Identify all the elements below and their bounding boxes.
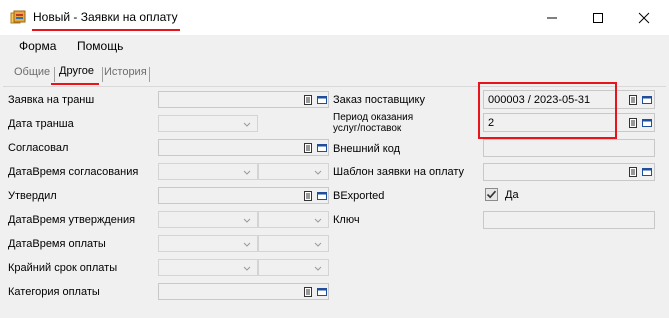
approval-time-combo[interactable]	[258, 163, 329, 180]
label-confirmation-datetime: ДатаВремя утверждения	[8, 214, 136, 226]
payment-date-combo[interactable]	[158, 235, 258, 252]
label-confirmed-by: Утвердил	[8, 190, 57, 202]
close-icon	[638, 12, 650, 24]
tab-separator	[102, 67, 103, 82]
minimize-icon	[547, 17, 557, 19]
lookup-doc-icon[interactable]	[304, 95, 312, 105]
template-field[interactable]	[483, 163, 655, 181]
approval-date-combo[interactable]	[158, 163, 258, 180]
key-field[interactable]	[483, 211, 655, 229]
label-payment-category: Категория оплаты	[8, 286, 100, 298]
chevron-down-icon	[243, 266, 251, 271]
chevron-down-icon	[314, 170, 322, 175]
open-window-icon[interactable]	[317, 96, 327, 104]
lookup-doc-icon[interactable]	[629, 118, 637, 128]
annotation-highlight-box	[478, 82, 617, 139]
chevron-down-icon	[314, 218, 322, 223]
open-window-icon[interactable]	[642, 168, 652, 176]
label-supplier-order: Заказ поставщику	[333, 94, 425, 106]
maximize-button[interactable]	[575, 0, 621, 35]
label-tranche-request: Заявка на транш	[8, 94, 95, 106]
payment-category-field[interactable]	[158, 283, 329, 300]
open-window-icon[interactable]	[317, 288, 327, 296]
label-key: Ключ	[333, 214, 360, 226]
confirmation-time-combo[interactable]	[258, 211, 329, 228]
label-payment-datetime: ДатаВремя оплаты	[8, 238, 106, 250]
maximize-icon	[593, 13, 603, 23]
confirmed-by-field[interactable]	[158, 187, 329, 204]
minimize-button[interactable]	[529, 0, 575, 35]
label-exported: BExported	[333, 190, 385, 202]
menu-item-help[interactable]: Помощь	[75, 39, 125, 53]
open-window-icon[interactable]	[317, 144, 327, 152]
tab-history[interactable]: История	[104, 66, 147, 78]
label-service-period-line2: услуг/поставок	[333, 123, 402, 134]
label-approval-datetime: ДатаВремя согласования	[8, 166, 139, 178]
close-button[interactable]	[621, 0, 667, 35]
menu-item-form[interactable]: Форма	[17, 39, 58, 53]
title-annotation-underline	[32, 29, 180, 31]
window-title: Новый - Заявки на оплату	[33, 10, 178, 24]
lookup-doc-icon[interactable]	[304, 191, 312, 201]
exported-checkbox[interactable]	[485, 188, 498, 201]
open-window-icon[interactable]	[317, 192, 327, 200]
external-code-field[interactable]	[483, 139, 655, 157]
label-approved-by: Согласовал	[8, 142, 69, 154]
open-window-icon[interactable]	[642, 96, 652, 104]
tranche-date-combo[interactable]	[158, 115, 258, 132]
lookup-doc-icon[interactable]	[304, 143, 312, 153]
deadline-time-combo[interactable]	[258, 259, 329, 276]
lookup-doc-icon[interactable]	[304, 287, 312, 297]
tab-annotation-underline	[51, 83, 99, 85]
chevron-down-icon	[243, 218, 251, 223]
tab-separator	[149, 67, 150, 82]
chevron-down-icon	[243, 122, 251, 127]
lookup-doc-icon[interactable]	[629, 95, 637, 105]
payment-time-combo[interactable]	[258, 235, 329, 252]
open-window-icon[interactable]	[642, 119, 652, 127]
label-payment-deadline: Крайний срок оплаты	[8, 262, 118, 274]
confirmation-date-combo[interactable]	[158, 211, 258, 228]
label-service-period-line1: Период оказания	[333, 112, 414, 123]
label-tranche-date: Дата транша	[8, 118, 74, 130]
label-external-code: Внешний код	[333, 143, 401, 155]
deadline-date-combo[interactable]	[158, 259, 258, 276]
tab-separator	[54, 67, 55, 82]
title-bar: Новый - Заявки на оплату	[0, 0, 669, 35]
tab-other[interactable]: Другое	[59, 65, 94, 77]
approved-by-field[interactable]	[158, 139, 329, 156]
lookup-doc-icon[interactable]	[629, 167, 637, 177]
chevron-down-icon	[314, 242, 322, 247]
exported-checkbox-label: Да	[505, 189, 519, 201]
chevron-down-icon	[243, 170, 251, 175]
app-icon	[10, 10, 26, 24]
tranche-request-field[interactable]	[158, 91, 329, 108]
chevron-down-icon	[314, 266, 322, 271]
tab-general[interactable]: Общие	[14, 66, 50, 78]
chevron-down-icon	[243, 242, 251, 247]
menu-bar: Форма Помощь	[0, 35, 669, 59]
label-template: Шаблон заявки на оплату	[333, 166, 465, 178]
